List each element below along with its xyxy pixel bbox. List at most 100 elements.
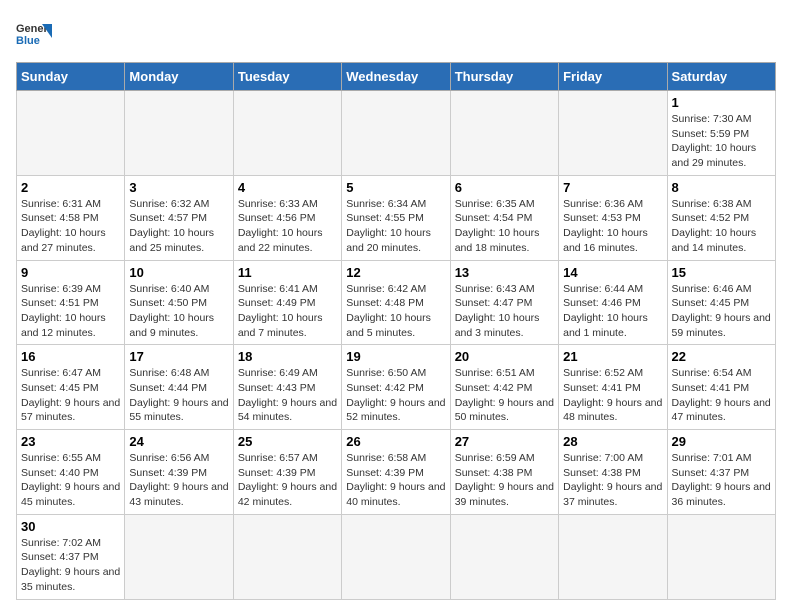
generalblue-logo-icon: General Blue [16,16,52,52]
day-number: 29 [672,434,771,449]
day-number: 14 [563,265,662,280]
calendar-header: SundayMondayTuesdayWednesdayThursdayFrid… [17,63,776,91]
calendar-cell: 18Sunrise: 6:49 AM Sunset: 4:43 PM Dayli… [233,345,341,430]
day-number: 2 [21,180,120,195]
day-info: Sunrise: 6:42 AM Sunset: 4:48 PM Dayligh… [346,282,445,341]
calendar-cell [342,514,450,599]
calendar-cell [125,514,233,599]
calendar-cell: 2 Sunrise: 6:31 AM Sunset: 4:58 PM Daylig… [17,175,125,260]
day-number: 9 [21,265,120,280]
day-info: Sunrise: 6:55 AM Sunset: 4:40 PM Dayligh… [21,451,120,510]
day-info: Sunrise: 6:52 AM Sunset: 4:41 PM Dayligh… [563,366,662,425]
weekday-header-friday: Friday [559,63,667,91]
day-number: 11 [238,265,337,280]
calendar-week-row: 23 Sunrise: 6:55 AM Sunset: 4:40 PM Dayli… [17,430,776,515]
day-number: 27 [455,434,554,449]
day-info: Sunrise: 7:01 AM Sunset: 4:37 PM Dayligh… [672,451,771,510]
day-info: Sunrise: 6:31 AM Sunset: 4:58 PM Dayligh… [21,197,120,256]
day-number: 28 [563,434,662,449]
calendar-cell: 12 Sunrise: 6:42 AM Sunset: 4:48 PM Dayli… [342,260,450,345]
logo: General Blue [16,16,52,52]
day-info: Sunrise: 6:32 AM Sunset: 4:57 PM Dayligh… [129,197,228,256]
day-info: Sunrise: 6:50 AM Sunset: 4:42 PM Dayligh… [346,366,445,425]
day-number: 4 [238,180,337,195]
calendar-cell [667,514,775,599]
calendar-week-row: 30Sunrise: 7:02 AM Sunset: 4:37 PM Dayli… [17,514,776,599]
calendar-cell: 3Sunrise: 6:32 AM Sunset: 4:57 PM Daylig… [125,175,233,260]
day-info: Sunrise: 6:46 AM Sunset: 4:45 PM Dayligh… [672,282,771,341]
calendar-cell: 30Sunrise: 7:02 AM Sunset: 4:37 PM Dayli… [17,514,125,599]
day-number: 6 [455,180,554,195]
calendar-cell: 8Sunrise: 6:38 AM Sunset: 4:52 PM Daylig… [667,175,775,260]
day-info: Sunrise: 6:59 AM Sunset: 4:38 PM Dayligh… [455,451,554,510]
day-number: 5 [346,180,445,195]
day-number: 17 [129,349,228,364]
day-info: Sunrise: 6:39 AM Sunset: 4:51 PM Dayligh… [21,282,120,341]
calendar-cell: 21 Sunrise: 6:52 AM Sunset: 4:41 PM Dayli… [559,345,667,430]
weekday-header-sunday: Sunday [17,63,125,91]
calendar-cell: 22 Sunrise: 6:54 AM Sunset: 4:41 PM Dayli… [667,345,775,430]
day-info: Sunrise: 7:00 AM Sunset: 4:38 PM Dayligh… [563,451,662,510]
calendar-cell [125,91,233,176]
page-header: General Blue [16,16,776,52]
weekday-header-tuesday: Tuesday [233,63,341,91]
day-number: 21 [563,349,662,364]
day-info: Sunrise: 6:58 AM Sunset: 4:39 PM Dayligh… [346,451,445,510]
day-info: Sunrise: 6:44 AM Sunset: 4:46 PM Dayligh… [563,282,662,341]
calendar-cell: 25Sunrise: 6:57 AM Sunset: 4:39 PM Dayli… [233,430,341,515]
day-info: Sunrise: 7:02 AM Sunset: 4:37 PM Dayligh… [21,536,120,595]
weekday-header-wednesday: Wednesday [342,63,450,91]
day-number: 7 [563,180,662,195]
day-number: 8 [672,180,771,195]
day-number: 24 [129,434,228,449]
day-info: Sunrise: 6:51 AM Sunset: 4:42 PM Dayligh… [455,366,554,425]
calendar-cell: 27 Sunrise: 6:59 AM Sunset: 4:38 PM Dayli… [450,430,558,515]
day-info: Sunrise: 6:36 AM Sunset: 4:53 PM Dayligh… [563,197,662,256]
day-info: Sunrise: 6:48 AM Sunset: 4:44 PM Dayligh… [129,366,228,425]
day-info: Sunrise: 6:35 AM Sunset: 4:54 PM Dayligh… [455,197,554,256]
day-number: 20 [455,349,554,364]
calendar-cell [17,91,125,176]
day-number: 19 [346,349,445,364]
day-info: Sunrise: 6:33 AM Sunset: 4:56 PM Dayligh… [238,197,337,256]
calendar-cell: 17 Sunrise: 6:48 AM Sunset: 4:44 PM Dayli… [125,345,233,430]
calendar-cell: 10Sunrise: 6:40 AM Sunset: 4:50 PM Dayli… [125,260,233,345]
calendar-cell: 1 Sunrise: 7:30 AM Sunset: 5:59 PM Daylig… [667,91,775,176]
calendar-table: SundayMondayTuesdayWednesdayThursdayFrid… [16,62,776,600]
calendar-cell: 26 Sunrise: 6:58 AM Sunset: 4:39 PM Dayli… [342,430,450,515]
day-number: 13 [455,265,554,280]
day-info: Sunrise: 6:40 AM Sunset: 4:50 PM Dayligh… [129,282,228,341]
day-info: Sunrise: 6:41 AM Sunset: 4:49 PM Dayligh… [238,282,337,341]
day-number: 16 [21,349,120,364]
day-info: Sunrise: 6:54 AM Sunset: 4:41 PM Dayligh… [672,366,771,425]
calendar-cell: 4 Sunrise: 6:33 AM Sunset: 4:56 PM Daylig… [233,175,341,260]
svg-text:Blue: Blue [16,35,40,47]
calendar-cell: 24Sunrise: 6:56 AM Sunset: 4:39 PM Dayli… [125,430,233,515]
day-info: Sunrise: 7:30 AM Sunset: 5:59 PM Dayligh… [672,112,771,171]
day-info: Sunrise: 6:47 AM Sunset: 4:45 PM Dayligh… [21,366,120,425]
day-info: Sunrise: 6:49 AM Sunset: 4:43 PM Dayligh… [238,366,337,425]
calendar-cell: 19 Sunrise: 6:50 AM Sunset: 4:42 PM Dayli… [342,345,450,430]
calendar-cell [233,514,341,599]
calendar-cell: 29 Sunrise: 7:01 AM Sunset: 4:37 PM Dayli… [667,430,775,515]
calendar-cell: 6 Sunrise: 6:35 AM Sunset: 4:54 PM Daylig… [450,175,558,260]
day-info: Sunrise: 6:34 AM Sunset: 4:55 PM Dayligh… [346,197,445,256]
calendar-cell: 7 Sunrise: 6:36 AM Sunset: 4:53 PM Daylig… [559,175,667,260]
calendar-cell: 28 Sunrise: 7:00 AM Sunset: 4:38 PM Dayli… [559,430,667,515]
day-number: 1 [672,95,771,110]
weekday-header-monday: Monday [125,63,233,91]
calendar-week-row: 1 Sunrise: 7:30 AM Sunset: 5:59 PM Daylig… [17,91,776,176]
calendar-cell: 16 Sunrise: 6:47 AM Sunset: 4:45 PM Dayli… [17,345,125,430]
calendar-week-row: 16 Sunrise: 6:47 AM Sunset: 4:45 PM Dayli… [17,345,776,430]
calendar-week-row: 2 Sunrise: 6:31 AM Sunset: 4:58 PM Daylig… [17,175,776,260]
day-number: 22 [672,349,771,364]
day-number: 26 [346,434,445,449]
calendar-cell: 20 Sunrise: 6:51 AM Sunset: 4:42 PM Dayli… [450,345,558,430]
day-number: 23 [21,434,120,449]
day-number: 25 [238,434,337,449]
day-number: 12 [346,265,445,280]
calendar-cell [233,91,341,176]
calendar-cell: 5 Sunrise: 6:34 AM Sunset: 4:55 PM Daylig… [342,175,450,260]
day-info: Sunrise: 6:43 AM Sunset: 4:47 PM Dayligh… [455,282,554,341]
calendar-cell: 23 Sunrise: 6:55 AM Sunset: 4:40 PM Dayli… [17,430,125,515]
